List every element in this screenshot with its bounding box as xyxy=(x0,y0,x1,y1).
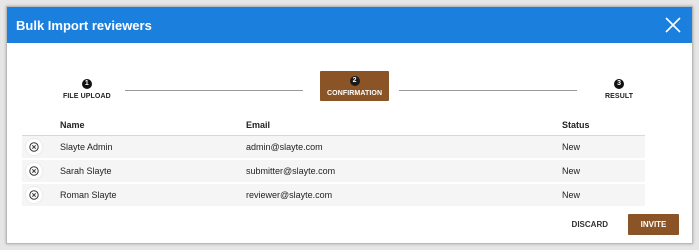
step-label: CONFIRMATION xyxy=(327,90,383,97)
cell-status: New xyxy=(562,158,645,183)
cell-status: New xyxy=(562,142,581,152)
table-row: Slayte Admin admin@slayte.com New xyxy=(22,135,645,159)
cell-email: submitter@slayte.com xyxy=(246,158,562,183)
cell-email: reviewer@slayte.com xyxy=(246,182,562,206)
table-row: Sarah Slayte submitter@slayte.com New xyxy=(22,158,645,183)
step-result: 3 RESULT xyxy=(605,79,633,100)
cell-name: Sarah Slayte xyxy=(60,158,246,183)
step-number: 2 xyxy=(349,76,360,86)
cell-name: Roman Slayte xyxy=(60,182,246,206)
step-number: 3 xyxy=(614,79,625,89)
stepper: 1 FILE UPLOAD 2 CONFIRMATION 3 RESULT xyxy=(7,43,692,105)
dialog-header: Bulk Import reviewers xyxy=(7,7,692,43)
step-connector xyxy=(399,90,577,91)
table-header-row: Name Email Status xyxy=(22,115,645,136)
remove-circle-icon[interactable] xyxy=(26,187,42,203)
cell-email: admin@slayte.com xyxy=(246,142,323,152)
step-number: 1 xyxy=(81,79,92,89)
column-header-name: Name xyxy=(60,115,246,136)
column-header-status: Status xyxy=(562,115,645,136)
dialog-actions: DISCARD INVITE xyxy=(568,214,679,235)
step-file-upload: 1 FILE UPLOAD xyxy=(63,79,111,100)
discard-button[interactable]: DISCARD xyxy=(568,214,612,235)
column-header-email: Email xyxy=(246,115,562,136)
bulk-import-dialog: Bulk Import reviewers 1 FILE UPLOAD 2 CO… xyxy=(6,6,693,244)
step-confirmation: 2 CONFIRMATION xyxy=(320,71,390,101)
step-label: RESULT xyxy=(605,93,634,100)
dialog-title: Bulk Import reviewers xyxy=(16,17,152,33)
remove-circle-icon[interactable] xyxy=(26,139,42,155)
remove-circle-icon[interactable] xyxy=(26,163,42,179)
close-icon[interactable] xyxy=(664,16,682,34)
table-row: Roman Slayte reviewer@slayte.com New xyxy=(22,182,645,206)
reviewers-table: Name Email Status Slayte Admin admin@sla… xyxy=(22,115,645,206)
cell-name: Slayte Admin xyxy=(60,142,113,152)
cell-status: New xyxy=(562,182,645,206)
step-label: FILE UPLOAD xyxy=(63,93,111,100)
invite-button[interactable]: INVITE xyxy=(628,214,679,235)
step-connector xyxy=(125,90,303,91)
